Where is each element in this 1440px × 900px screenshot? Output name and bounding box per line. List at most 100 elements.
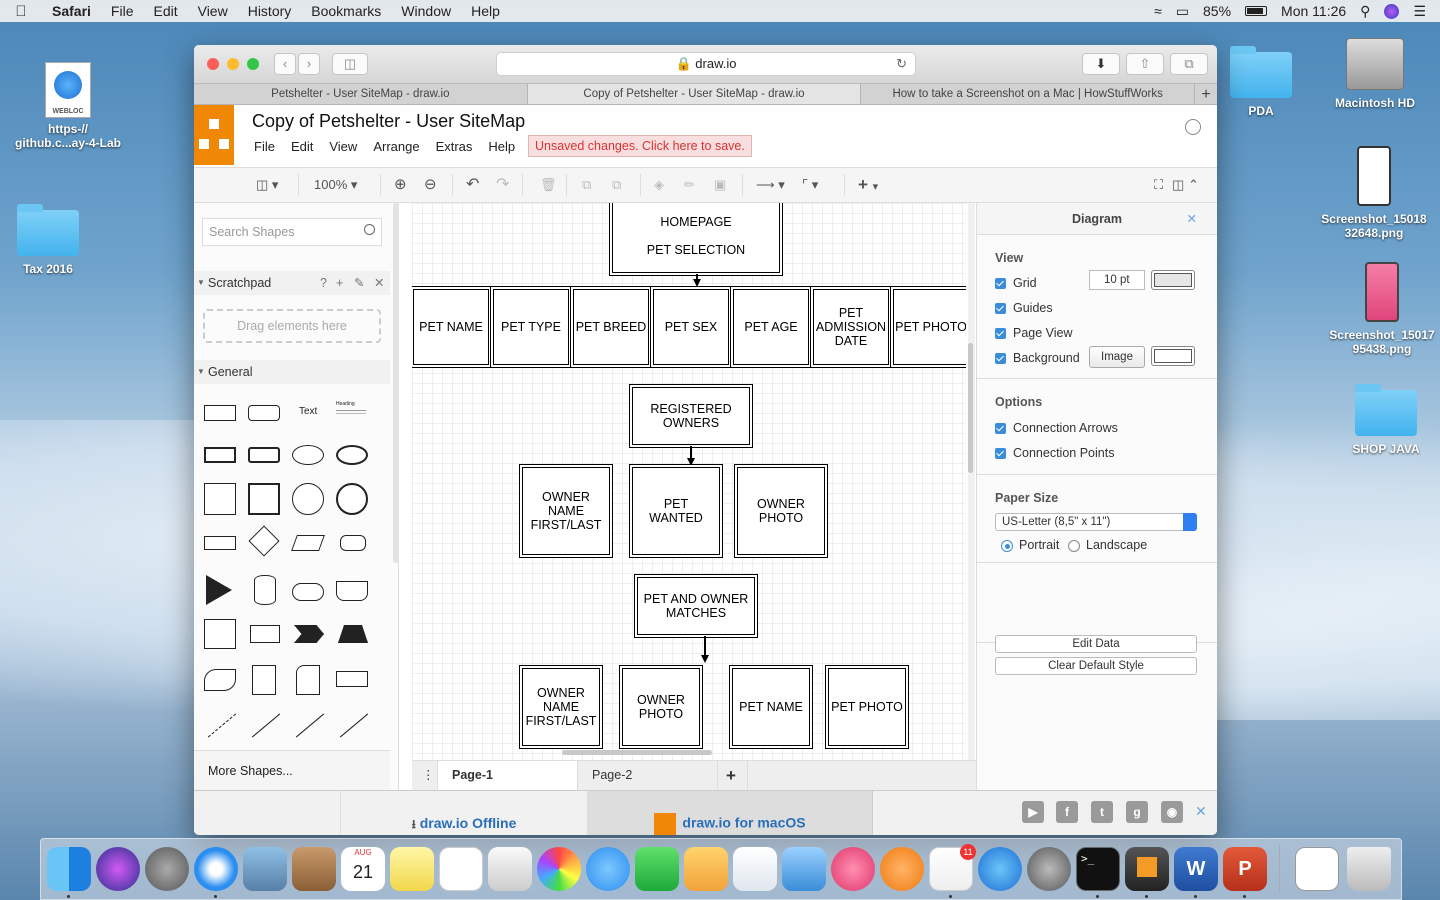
menu-bookmarks[interactable]: Bookmarks — [301, 3, 391, 19]
node-pet-admission-date[interactable]: PET ADMISSION DATE — [813, 289, 889, 365]
keynote-icon[interactable] — [782, 847, 826, 891]
internal-storage-shape[interactable] — [204, 619, 236, 649]
sidebar-toggle-icon[interactable]: ◫ — [332, 53, 368, 75]
note-shape[interactable] — [252, 665, 276, 695]
desktop-screenshot-1[interactable]: Screenshot_15018 32648.png — [1316, 146, 1432, 240]
desktop-macintosh-hd[interactable]: Macintosh HD — [1320, 38, 1430, 110]
shadow-icon[interactable]: ▣ — [714, 174, 726, 196]
reload-icon[interactable]: ↻ — [896, 53, 907, 75]
node-pet-age[interactable]: PET AGE — [733, 289, 809, 365]
process-shape[interactable] — [204, 536, 236, 550]
github-icon[interactable]: ◉ — [1161, 801, 1183, 823]
rounded-rectangle-bold-shape[interactable] — [248, 447, 280, 463]
ibooks-icon[interactable] — [880, 847, 924, 891]
node-pet-name[interactable]: PET NAME — [413, 289, 489, 365]
word-icon[interactable]: W — [1174, 847, 1218, 891]
desktop-screenshot-2[interactable]: Screenshot_15017 95438.png — [1324, 262, 1440, 356]
arrow-shape[interactable] — [339, 713, 369, 738]
back-button[interactable]: ‹ — [274, 53, 296, 75]
ellipse-bold-shape[interactable] — [336, 445, 368, 465]
preview-icon[interactable] — [488, 847, 532, 891]
connection-arrows-checkbox[interactable] — [995, 423, 1006, 434]
line-color-icon[interactable]: ✏ — [684, 174, 695, 196]
format-toggle-icon[interactable]: ◫ — [1172, 174, 1184, 196]
node-pet-type[interactable]: PET TYPE — [493, 289, 569, 365]
close-promo-icon[interactable]: ✕ — [1195, 803, 1207, 820]
text-shape[interactable]: Text — [299, 406, 317, 417]
grid-checkbox[interactable] — [995, 278, 1006, 289]
connection-style-icon[interactable]: ⟶ ▾ — [756, 174, 785, 196]
dashed-line-shape[interactable] — [207, 713, 237, 738]
more-shapes-button[interactable]: More Shapes... — [194, 750, 390, 790]
downloads-icon[interactable]: ⬇ — [1082, 53, 1120, 75]
numbers-icon[interactable] — [733, 847, 777, 891]
circle-shape[interactable] — [292, 483, 324, 515]
page-view-checkbox[interactable] — [995, 328, 1006, 339]
to-back-icon[interactable]: ⧉ — [612, 174, 621, 196]
background-color-swatch[interactable] — [1151, 346, 1195, 366]
parallelogram-shape[interactable] — [291, 535, 325, 551]
finder-icon[interactable] — [47, 847, 91, 891]
square-bold-shape[interactable] — [248, 483, 280, 515]
facebook-icon[interactable]: f — [1056, 801, 1078, 823]
hexagon-shape[interactable] — [340, 535, 366, 551]
search-icon[interactable] — [364, 224, 375, 235]
node-match-pet-name[interactable]: PET NAME — [732, 668, 810, 746]
drawio-offline-link[interactable]: ⭳ draw.io Offline — [340, 791, 588, 835]
node-registered-owners[interactable]: REGISTERED OWNERS — [632, 387, 750, 445]
powerpoint-icon[interactable]: P — [1223, 847, 1267, 891]
tape-shape[interactable] — [204, 669, 236, 691]
app-menu-edit[interactable]: Edit — [291, 139, 313, 154]
zoom-out-icon[interactable]: ⊖ — [424, 174, 437, 196]
delete-icon[interactable]: 🗑 — [540, 174, 557, 196]
language-globe-icon[interactable] — [1185, 119, 1201, 135]
node-owner-photo[interactable]: OWNER PHOTO — [737, 467, 825, 555]
app-store-icon[interactable] — [978, 847, 1022, 891]
format-panel-icon[interactable]: ◫ ▾ — [256, 174, 278, 196]
zoom-in-icon[interactable]: ⊕ — [394, 174, 407, 196]
node-pet-sex[interactable]: PET SEX — [653, 289, 729, 365]
mail-icon[interactable] — [243, 847, 287, 891]
page-tab-1[interactable]: Page-1 — [438, 761, 578, 790]
menu-history[interactable]: History — [238, 3, 302, 19]
canvas-horizontal-scrollbar[interactable] — [562, 750, 712, 755]
terminal-icon[interactable]: >_ — [1076, 847, 1120, 891]
rectangle-shape[interactable] — [204, 405, 236, 421]
pages-menu-icon[interactable]: ⋮ — [412, 761, 438, 790]
reminders-icon[interactable] — [439, 847, 483, 891]
notification-center-icon[interactable]: ☰ — [1413, 3, 1426, 20]
scratchpad-dropzone[interactable]: Drag elements here — [203, 309, 381, 343]
canvas-vertical-scrollbar[interactable] — [968, 203, 975, 790]
pages-icon[interactable] — [684, 847, 728, 891]
triangle-shape[interactable] — [206, 575, 232, 605]
app-menu-view[interactable]: View — [329, 139, 357, 154]
add-page-icon[interactable]: + — [718, 761, 748, 790]
waypoints-icon[interactable]: ⌜ ▾ — [802, 174, 818, 196]
safari-icon[interactable] — [194, 847, 238, 891]
app-menu-arrange[interactable]: Arrange — [373, 139, 419, 154]
browser-tab[interactable]: Petshelter - User SiteMap - draw.io — [194, 84, 528, 104]
menu-edit[interactable]: Edit — [143, 3, 187, 19]
rectangle-bold-shape[interactable] — [204, 447, 236, 463]
zoom-window-button[interactable] — [247, 58, 259, 70]
twitter-icon[interactable]: t — [1091, 801, 1113, 823]
scratchpad-header[interactable]: ▼ Scratchpad ? + ✎ ✕ — [194, 271, 390, 295]
background-image-button[interactable]: Image — [1089, 346, 1145, 368]
browser-tab-active[interactable]: Copy of Petshelter - User SiteMap - draw… — [527, 84, 862, 104]
contacts-icon[interactable] — [292, 847, 336, 891]
insert-plus-icon[interactable]: + ▾ — [858, 174, 878, 196]
messages-icon[interactable] — [586, 847, 630, 891]
fill-color-icon[interactable]: ◈ — [654, 174, 664, 196]
node-match-owner-photo[interactable]: OWNER PHOTO — [622, 668, 700, 746]
spotlight-icon[interactable]: ⚲ — [1360, 3, 1370, 20]
general-header[interactable]: ▼ General — [194, 360, 390, 384]
battery-percent[interactable]: 85% — [1203, 3, 1231, 19]
share-icon[interactable]: ⇧ — [1126, 53, 1164, 75]
new-tab-button[interactable]: + — [1195, 84, 1217, 104]
sublime-text-icon[interactable] — [1125, 847, 1169, 891]
grid-size-stepper[interactable]: 10 pt — [1089, 270, 1145, 290]
diagram-canvas[interactable]: HOMEPAGE PET SELECTION PET NAME PET TYPE… — [412, 203, 966, 790]
card-shape[interactable] — [296, 665, 320, 695]
airplay-icon[interactable]: ▭ — [1176, 3, 1189, 20]
minimized-window-icon[interactable] — [1295, 847, 1339, 891]
